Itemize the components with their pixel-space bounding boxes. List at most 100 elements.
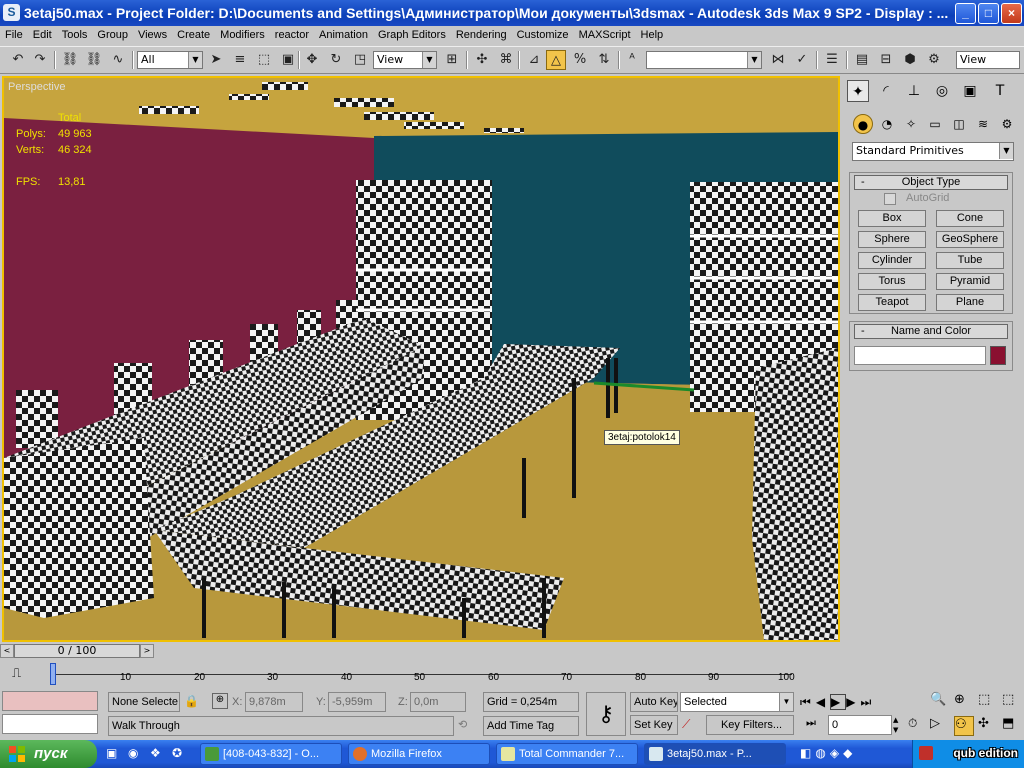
quicklaunch-app-icon[interactable]: ◉ [128, 746, 144, 762]
set-key-icon[interactable]: ⚷ [586, 692, 626, 736]
quicklaunch-app2-icon[interactable]: ❖ [150, 746, 166, 762]
menu-customize[interactable]: Customize [512, 26, 574, 44]
time-slider-prev-icon[interactable]: < [0, 644, 14, 658]
select-scale-icon[interactable]: ◳ [350, 50, 370, 70]
key-mode-dropdown[interactable]: Selected ▼ [680, 692, 794, 712]
current-frame-marker[interactable] [50, 663, 56, 685]
x-coord-field[interactable]: 9,878m [245, 692, 303, 712]
render-view-dropdown[interactable]: View [956, 51, 1020, 69]
select-object-icon[interactable]: ➤ [206, 50, 226, 70]
quicklaunch-save-icon[interactable]: ▣ [106, 746, 122, 762]
object-name-input[interactable] [854, 346, 986, 365]
systems-category-icon[interactable]: ⚙ [997, 114, 1017, 134]
rectangular-selection-icon[interactable]: ⬚ [254, 50, 274, 70]
maxscript-listener-mini[interactable] [2, 691, 98, 711]
unlink-icon[interactable]: ⛓ [84, 50, 104, 70]
app-d-icon[interactable]: ◆ [843, 746, 856, 760]
helpers-category-icon[interactable]: ◫ [949, 114, 969, 134]
menu-group[interactable]: Group [92, 26, 133, 44]
torus-button[interactable]: Torus [858, 273, 926, 290]
motion-tab-icon[interactable]: ◎ [931, 80, 953, 102]
time-slider-thumb[interactable]: 0 / 100 [14, 644, 140, 658]
cameras-category-icon[interactable]: ▭ [925, 114, 945, 134]
menu-file[interactable]: File [0, 26, 28, 44]
task-total-commander[interactable]: Total Commander 7... [496, 743, 638, 765]
selection-lock-icon[interactable]: 🔒 [184, 694, 199, 710]
teapot-button[interactable]: Teapot [858, 294, 926, 311]
menu-edit[interactable]: Edit [28, 26, 57, 44]
menu-create[interactable]: Create [172, 26, 215, 44]
zoom-extents-icon[interactable]: ⬚ [978, 692, 998, 712]
go-to-end-icon[interactable]: ⏭ [861, 695, 877, 709]
field-of-view-icon[interactable]: ▷ [930, 716, 950, 736]
quicklaunch-app3-icon[interactable]: ✪ [172, 746, 188, 762]
track-bar[interactable]: ⎍ 10 20 30 40 50 60 70 80 90 100 [0, 660, 843, 690]
go-to-start-icon[interactable]: ⏮ [800, 695, 816, 709]
redo-icon[interactable]: ↷ [30, 50, 50, 70]
menu-rendering[interactable]: Rendering [451, 26, 512, 44]
time-slider[interactable]: < 0 / 100 > [0, 643, 843, 660]
geosphere-button[interactable]: GeoSphere [936, 231, 1004, 248]
undo-icon[interactable]: ↶ [8, 50, 28, 70]
pyramid-button[interactable]: Pyramid [936, 273, 1004, 290]
align-icon[interactable]: ✓ [792, 50, 812, 70]
app-b-icon[interactable]: ◍ [815, 746, 829, 760]
task-3dsmax[interactable]: 3etaj50.max - P... [644, 743, 786, 765]
menu-reactor[interactable]: reactor [270, 26, 314, 44]
zoom-all-icon[interactable]: ⊕ [954, 692, 974, 712]
reference-coordinate-dropdown[interactable]: View ▼ [373, 51, 437, 69]
arc-rotate-icon[interactable]: ✣ [978, 716, 998, 736]
shapes-category-icon[interactable]: ◔ [877, 114, 897, 134]
tube-button[interactable]: Tube [936, 252, 1004, 269]
walk-through-icon[interactable]: ⚇ [954, 716, 974, 736]
menu-animation[interactable]: Animation [314, 26, 373, 44]
sphere-button[interactable]: Sphere [858, 231, 926, 248]
task-icq[interactable]: [408-043-832] - O... [200, 743, 342, 765]
frame-spinner-icon[interactable]: ▲ ▼ [893, 715, 903, 735]
render-scene-icon[interactable]: ⚙ [924, 50, 944, 70]
minimize-button[interactable]: _ [955, 3, 976, 24]
create-tab-icon[interactable]: ✦ [847, 80, 869, 102]
start-button[interactable]: пуск [0, 740, 97, 768]
key-mode-toggle-icon[interactable]: ⏭ [806, 716, 824, 734]
percent-snap-icon[interactable]: % [570, 50, 590, 70]
open-mini-curve-editor-icon[interactable]: ⎍ [12, 666, 32, 684]
z-coord-field[interactable]: 0,0m [410, 692, 466, 712]
select-manipulate-icon[interactable]: ✣ [472, 50, 492, 70]
cylinder-button[interactable]: Cylinder [858, 252, 926, 269]
snaps-toggle-icon[interactable]: ⊿ [524, 50, 544, 70]
modify-tab-icon[interactable]: ◜ [875, 80, 897, 102]
app-c-icon[interactable]: ◈ [830, 746, 843, 760]
cone-button[interactable]: Cone [936, 210, 1004, 227]
zoom-icon[interactable]: 🔍 [930, 692, 950, 712]
primitive-category-dropdown[interactable]: Standard Primitives ▼ [852, 142, 1014, 161]
window-crossing-icon[interactable]: ▣ [278, 50, 298, 70]
object-color-swatch[interactable] [990, 346, 1006, 365]
previous-frame-icon[interactable]: ◀ [816, 695, 830, 709]
close-button[interactable]: × [1001, 3, 1022, 24]
utilities-tab-icon[interactable]: T [989, 80, 1011, 102]
mirror-icon[interactable]: ⋈ [768, 50, 788, 70]
space-warps-category-icon[interactable]: ≋ [973, 114, 993, 134]
menu-maxscript[interactable]: MAXScript [574, 26, 636, 44]
edit-named-selection-icon[interactable]: ᴬ [622, 50, 642, 70]
hierarchy-tab-icon[interactable]: ⊥ [903, 80, 925, 102]
maximize-viewport-icon[interactable]: ⬒ [1002, 716, 1022, 736]
add-time-tag-button[interactable]: Add Time Tag [483, 716, 579, 736]
menu-graph-editors[interactable]: Graph Editors [373, 26, 451, 44]
maxscript-listener-output[interactable] [2, 714, 98, 734]
next-frame-icon[interactable]: ▶ [846, 695, 860, 709]
selection-filter-dropdown[interactable]: All ▼ [137, 51, 203, 69]
bind-space-warp-icon[interactable]: ∿ [108, 50, 128, 70]
display-tab-icon[interactable]: ▣ [959, 80, 981, 102]
viewport-label[interactable]: Perspective [8, 81, 65, 93]
key-filters-button[interactable]: Key Filters... [706, 715, 794, 735]
named-selection-dropdown[interactable]: ▼ [646, 51, 762, 69]
keyboard-shortcut-override-icon[interactable]: ⌘ [496, 50, 516, 70]
geometry-category-icon[interactable]: ● [853, 114, 873, 134]
absolute-mode-transform-icon[interactable]: ⊕ [212, 693, 228, 709]
select-and-link-icon[interactable]: ⛓ [60, 50, 80, 70]
app-a-icon[interactable]: ◧ [800, 746, 815, 760]
curve-editor-icon[interactable]: ▤ [852, 50, 872, 70]
play-icon[interactable]: ▶ [830, 694, 847, 710]
